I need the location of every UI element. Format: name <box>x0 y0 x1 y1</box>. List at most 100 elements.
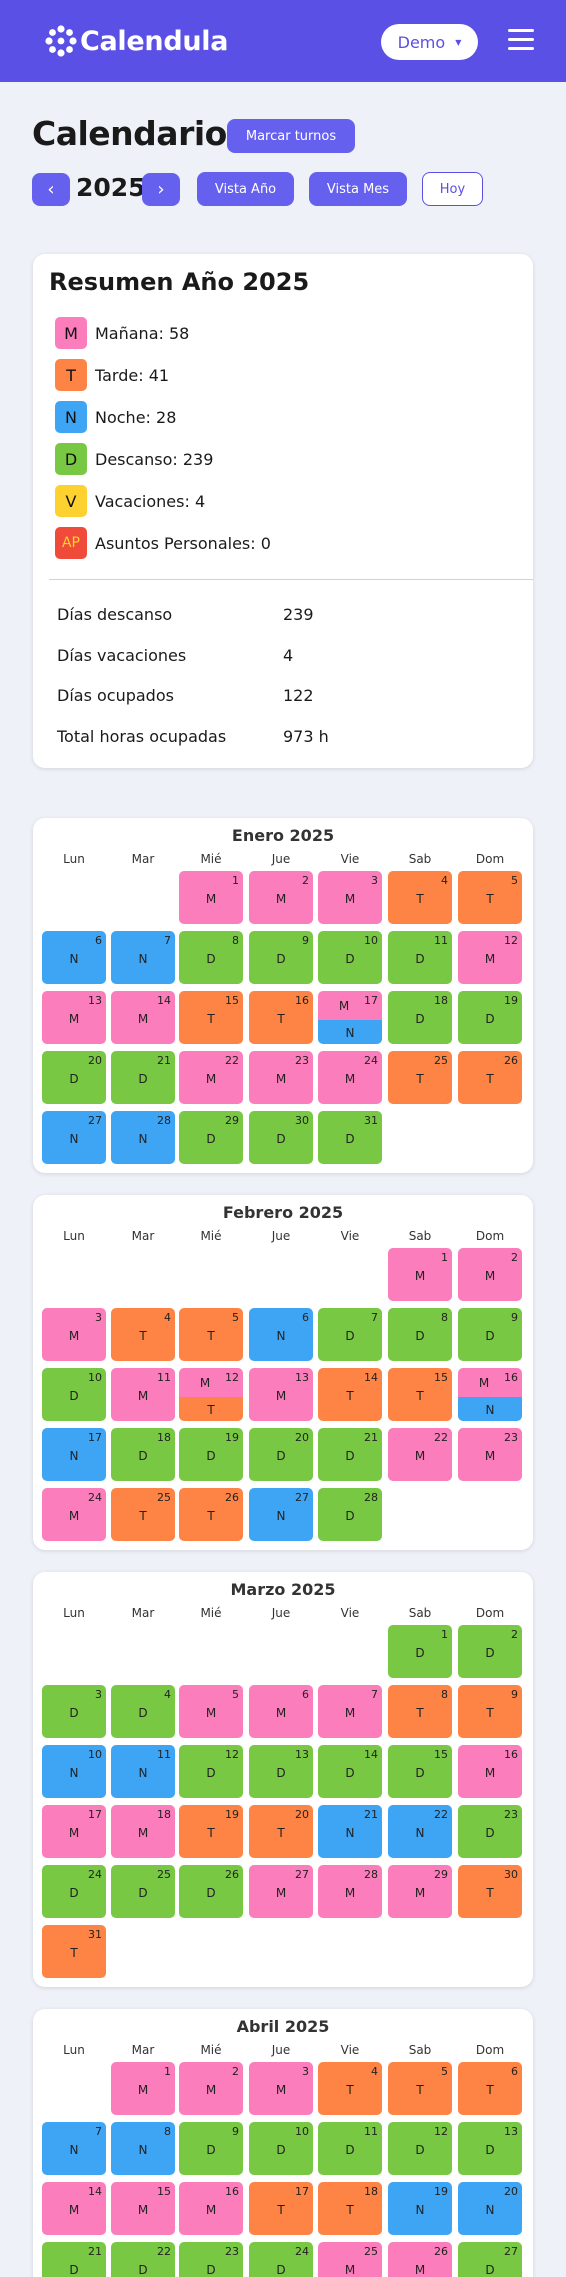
day-cell[interactable]: D 21 <box>111 1051 175 1104</box>
day-cell[interactable]: M 13 <box>42 991 106 1044</box>
day-cell[interactable]: D 10 <box>249 2122 313 2175</box>
day-cell[interactable]: M 16 <box>458 1745 522 1798</box>
day-cell[interactable]: D 21 <box>318 1428 382 1481</box>
day-cell[interactable]: D 27 <box>458 2242 522 2277</box>
day-cell[interactable]: D 11 <box>388 931 452 984</box>
day-cell[interactable]: T 25 <box>111 1488 175 1541</box>
day-cell[interactable]: N 21 <box>318 1805 382 1858</box>
day-cell[interactable]: M 12 <box>458 931 522 984</box>
day-cell[interactable]: N 17 <box>42 1428 106 1481</box>
day-cell[interactable]: T 26 <box>179 1488 243 1541</box>
day-cell[interactable]: M1 <box>388 1248 452 1301</box>
day-cell[interactable]: D 11 <box>318 2122 382 2175</box>
day-cell[interactable]: M 18 <box>111 1805 175 1858</box>
day-cell[interactable]: M3 <box>42 1308 106 1361</box>
day-cell[interactable]: M 24 <box>318 1051 382 1104</box>
day-cell[interactable]: M 29 <box>388 1865 452 1918</box>
day-cell[interactable]: N 11 <box>111 1745 175 1798</box>
day-cell[interactable]: N 27 <box>42 1111 106 1164</box>
day-cell[interactable]: M6 <box>249 1685 313 1738</box>
day-cell[interactable]: D9 <box>179 2122 243 2175</box>
demo-user-dropdown[interactable]: Demo ▼ <box>381 24 478 60</box>
day-cell[interactable]: D 13 <box>458 2122 522 2175</box>
day-cell[interactable]: D 19 <box>458 991 522 1044</box>
day-cell[interactable]: D9 <box>458 1308 522 1361</box>
day-cell[interactable]: M7 <box>318 1685 382 1738</box>
day-cell[interactable]: M5 <box>179 1685 243 1738</box>
day-cell[interactable]: D3 <box>42 1685 106 1738</box>
day-cell[interactable]: D 12 <box>179 1745 243 1798</box>
day-cell[interactable]: T6 <box>458 2062 522 2115</box>
day-cell[interactable]: N7 <box>111 931 175 984</box>
day-cell[interactable]: T 26 <box>458 1051 522 1104</box>
day-cell[interactable]: M 14 <box>42 2182 106 2235</box>
today-button[interactable]: Hoy <box>422 172 483 206</box>
day-cell[interactable]: T4 <box>111 1308 175 1361</box>
day-cell[interactable]: M 14 <box>111 991 175 1044</box>
day-cell[interactable]: D 10 <box>318 931 382 984</box>
hamburger-menu-icon[interactable] <box>508 29 534 52</box>
day-cell[interactable]: D 21 <box>42 2242 106 2277</box>
day-cell[interactable]: M2 <box>458 1248 522 1301</box>
day-cell[interactable]: M 26 <box>388 2242 452 2277</box>
day-cell[interactable]: D 28 <box>318 1488 382 1541</box>
day-cell[interactable]: T 16 <box>249 991 313 1044</box>
day-cell[interactable]: N 22 <box>388 1805 452 1858</box>
day-cell[interactable]: T4 <box>318 2062 382 2115</box>
day-cell[interactable]: D 31 <box>318 1111 382 1164</box>
day-cell[interactable]: M 22 <box>388 1428 452 1481</box>
day-cell[interactable]: T8 <box>388 1685 452 1738</box>
day-cell[interactable]: M 11 <box>111 1368 175 1421</box>
day-cell[interactable]: T9 <box>458 1685 522 1738</box>
day-cell[interactable]: D 24 <box>249 2242 313 2277</box>
day-cell[interactable]: M N 17 <box>318 991 382 1044</box>
day-cell[interactable]: D8 <box>179 931 243 984</box>
day-cell[interactable]: T 20 <box>249 1805 313 1858</box>
day-cell[interactable]: M 22 <box>179 1051 243 1104</box>
day-cell[interactable]: T 30 <box>458 1865 522 1918</box>
day-cell[interactable]: D9 <box>249 931 313 984</box>
day-cell[interactable]: D2 <box>458 1625 522 1678</box>
day-cell[interactable]: M 16 <box>179 2182 243 2235</box>
day-cell[interactable]: T5 <box>388 2062 452 2115</box>
day-cell[interactable]: D 23 <box>458 1805 522 1858</box>
day-cell[interactable]: D 22 <box>111 2242 175 2277</box>
day-cell[interactable]: M 28 <box>318 1865 382 1918</box>
day-cell[interactable]: N 27 <box>249 1488 313 1541</box>
day-cell[interactable]: T 31 <box>42 1925 106 1978</box>
day-cell[interactable]: D 24 <box>42 1865 106 1918</box>
day-cell[interactable]: N 20 <box>458 2182 522 2235</box>
day-cell[interactable]: T 19 <box>179 1805 243 1858</box>
day-cell[interactable]: T5 <box>179 1308 243 1361</box>
day-cell[interactable]: N7 <box>42 2122 106 2175</box>
year-view-button[interactable]: Vista Año <box>197 172 294 206</box>
day-cell[interactable]: N 19 <box>388 2182 452 2235</box>
day-cell[interactable]: D 29 <box>179 1111 243 1164</box>
day-cell[interactable]: M 23 <box>458 1428 522 1481</box>
day-cell[interactable]: D 25 <box>111 1865 175 1918</box>
app-logo[interactable]: Calendula <box>44 24 228 58</box>
day-cell[interactable]: D4 <box>111 1685 175 1738</box>
day-cell[interactable]: D7 <box>318 1308 382 1361</box>
day-cell[interactable]: D 10 <box>42 1368 106 1421</box>
day-cell[interactable]: D 30 <box>249 1111 313 1164</box>
day-cell[interactable]: T 17 <box>249 2182 313 2235</box>
day-cell[interactable]: M 23 <box>249 1051 313 1104</box>
day-cell[interactable]: D 19 <box>179 1428 243 1481</box>
day-cell[interactable]: M1 <box>179 871 243 924</box>
day-cell[interactable]: N6 <box>249 1308 313 1361</box>
day-cell[interactable]: D 20 <box>249 1428 313 1481</box>
day-cell[interactable]: M T 12 <box>179 1368 243 1421</box>
day-cell[interactable]: M 24 <box>42 1488 106 1541</box>
day-cell[interactable]: M1 <box>111 2062 175 2115</box>
mark-shifts-button[interactable]: Marcar turnos <box>227 119 355 153</box>
day-cell[interactable]: M N 16 <box>458 1368 522 1421</box>
day-cell[interactable]: T 15 <box>179 991 243 1044</box>
day-cell[interactable]: D 18 <box>111 1428 175 1481</box>
day-cell[interactable]: T4 <box>388 871 452 924</box>
day-cell[interactable]: M 15 <box>111 2182 175 2235</box>
day-cell[interactable]: T 14 <box>318 1368 382 1421</box>
day-cell[interactable]: M3 <box>249 2062 313 2115</box>
day-cell[interactable]: M2 <box>249 871 313 924</box>
day-cell[interactable]: T 15 <box>388 1368 452 1421</box>
